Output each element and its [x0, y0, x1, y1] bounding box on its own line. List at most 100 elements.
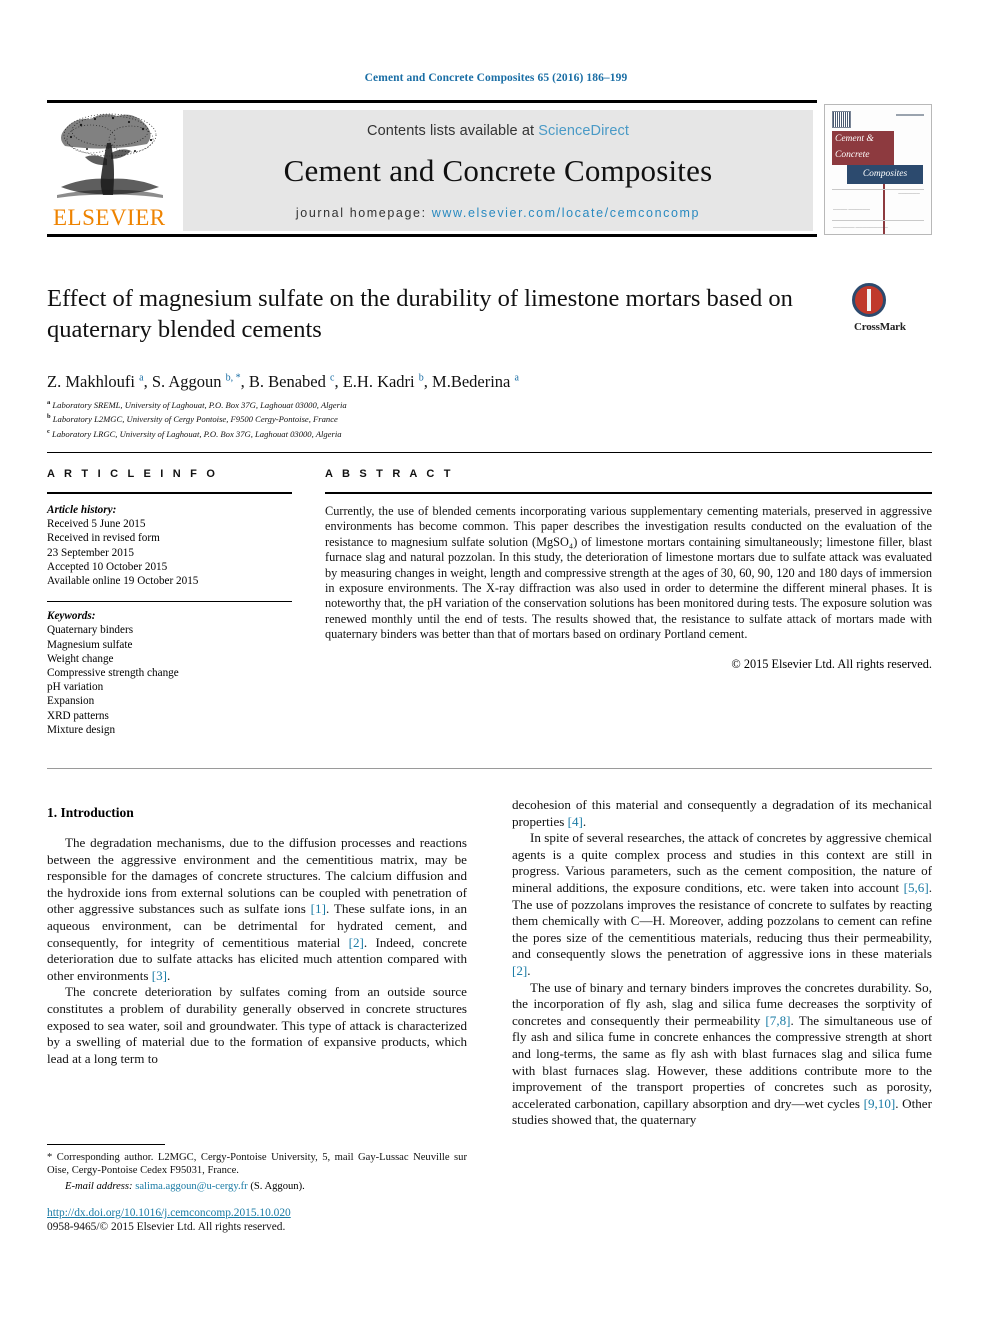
- keyword-item: Weight change: [47, 652, 114, 665]
- article-history-items: Received 5 June 2015 Received in revised …: [47, 517, 292, 588]
- keyword-item: Compressive strength change: [47, 667, 179, 680]
- body-paragraph: The concrete deterioration by sulfates c…: [47, 984, 467, 1066]
- crossmark-icon: [852, 283, 886, 317]
- keyword-item: Expansion: [47, 695, 95, 708]
- footnote-email-line: E-mail address: salima.aggoun@u-cergy.fr…: [47, 1180, 467, 1193]
- article-history-label: Article history:: [47, 504, 117, 516]
- cover-top-rule: [896, 114, 924, 116]
- keywords-rule: [47, 601, 292, 603]
- footnote-rule: [47, 1144, 165, 1145]
- cover-small-text-a: ——————: [898, 191, 920, 195]
- journal-homepage-line: journal homepage: www.elsevier.com/locat…: [183, 206, 813, 220]
- citation-link[interactable]: [3]: [152, 968, 167, 983]
- author-name: B. Benabed: [248, 372, 330, 391]
- abstract-column: A B S T R A C T Currently, the use of bl…: [325, 468, 932, 672]
- author-name: E.H. Kadri: [342, 372, 419, 391]
- article-history-item: Available online 19 October 2015: [47, 575, 199, 588]
- cover-small-text-b: ———— ——————: [833, 207, 870, 211]
- cover-small-text-c: —————— —————————: [833, 225, 888, 229]
- author-separator: ,: [334, 372, 343, 391]
- body-column-right: decohesion of this material and conseque…: [512, 797, 932, 1129]
- doi-link[interactable]: http://dx.doi.org/10.1016/j.cemconcomp.2…: [47, 1207, 547, 1219]
- keyword-item: Magnesium sulfate: [47, 638, 133, 651]
- cover-title-line1: Cement &: [835, 134, 874, 144]
- email-address-label: E-mail address:: [65, 1180, 133, 1192]
- keywords-block: Keywords: Quaternary binders Magnesium su…: [47, 609, 292, 737]
- author-affiliation-marker: a: [514, 372, 519, 384]
- article-page: Cement and Concrete Composites 65 (2016)…: [0, 0, 992, 1323]
- abstract-text: Currently, the use of blended cements in…: [325, 504, 932, 642]
- author-name: Z. Makhloufi: [47, 372, 140, 391]
- contents-available-line: Contents lists available at ScienceDirec…: [183, 110, 813, 139]
- body-paragraph: In spite of several researches, the atta…: [512, 830, 932, 978]
- homepage-url-link[interactable]: www.elsevier.com/locate/cemconcomp: [432, 206, 700, 220]
- citation-link[interactable]: [2]: [349, 935, 364, 950]
- author-list: Z. Makhloufi a, S. Aggoun b, *, B. Benab…: [47, 372, 847, 392]
- article-history-item: 23 September 2015: [47, 546, 134, 559]
- keyword-item: Mixture design: [47, 723, 116, 736]
- keywords-label: Keywords:: [47, 610, 96, 623]
- elsevier-tree-icon: [51, 109, 169, 205]
- masthead-banner: Contents lists available at ScienceDirec…: [183, 110, 813, 231]
- citation-link[interactable]: [4]: [568, 814, 583, 829]
- keywords-items: Quaternary binders Magnesium sulfate Weigh…: [47, 623, 292, 737]
- citation-link[interactable]: [1]: [311, 901, 326, 916]
- cover-title-line2: Concrete: [835, 150, 870, 160]
- body-paragraph: decohesion of this material and conseque…: [512, 797, 932, 829]
- abstract-heading: A B S T R A C T: [325, 468, 454, 480]
- footnote-corresponding-text: * Corresponding author. L2MGC, Cergy-Pon…: [47, 1152, 467, 1177]
- keyword-item: pH variation: [47, 681, 104, 694]
- affiliation-item: a Laboratory SREML, University of Laghou…: [47, 397, 747, 411]
- journal-masthead: ELSEVIER Contents lists available at Sci…: [47, 100, 817, 237]
- journal-cover-thumbnail[interactable]: Cement & Concrete Composites —————— ————…: [824, 104, 932, 235]
- corresponding-email-link[interactable]: salima.aggoun@u-cergy.fr: [135, 1181, 247, 1192]
- crossmark-badge[interactable]: CrossMark: [852, 283, 934, 341]
- footer-copyright: 0958-9465/© 2015 Elsevier Ltd. All right…: [47, 1221, 286, 1233]
- sciencedirect-link[interactable]: ScienceDirect: [538, 123, 629, 139]
- homepage-label: journal homepage:: [295, 206, 427, 220]
- citation-link[interactable]: [9,10]: [864, 1096, 896, 1111]
- cover-divider-2: [832, 220, 924, 221]
- affiliation-item: c Laboratory LRGC, University of Laghoua…: [47, 426, 747, 440]
- affiliation-item: b Laboratory L2MGC, University of Cergy …: [47, 411, 747, 425]
- article-history-item: Received 5 June 2015: [47, 518, 146, 531]
- section-divider-top: [47, 452, 932, 453]
- body-paragraph: The degradation mechanisms, due to the d…: [47, 835, 467, 983]
- elsevier-wordmark: ELSEVIER: [53, 205, 166, 230]
- footer-doi-block: http://dx.doi.org/10.1016/j.cemconcomp.2…: [47, 1207, 547, 1233]
- right-column-paragraphs: decohesion of this material and conseque…: [512, 797, 932, 1129]
- article-info-rule: [47, 492, 292, 494]
- author-separator: ,: [240, 372, 249, 391]
- article-history: Article history: Received 5 June 2015 Rec…: [47, 503, 292, 588]
- author-name: S. Aggoun: [151, 372, 226, 391]
- citation-link[interactable]: [2]: [512, 963, 527, 978]
- article-history-item: Received in revised form: [47, 532, 160, 545]
- cover-title-line3: Composites: [862, 169, 908, 179]
- article-info-column: A R T I C L E I N F O Article history: R…: [47, 468, 292, 737]
- body-column-left: 1. Introduction The degradation mechanis…: [47, 805, 467, 1067]
- article-title: Effect of magnesium sulfate on the durab…: [47, 285, 793, 343]
- cover-title-band-red: Cement & Concrete: [832, 131, 894, 165]
- abstract-rule: [325, 492, 932, 494]
- author-name: M.Bederina: [432, 372, 515, 391]
- keyword-item: XRD patterns: [47, 709, 109, 722]
- citation-link[interactable]: [5,6]: [904, 880, 929, 895]
- citation-link[interactable]: [7,8]: [765, 1013, 790, 1028]
- article-history-item: Accepted 10 October 2015: [47, 560, 168, 573]
- section-heading-introduction: 1. Introduction: [47, 805, 134, 820]
- author-separator: ,: [423, 372, 433, 391]
- author-separator: ,: [143, 372, 152, 391]
- contents-prefix: Contents lists available at: [367, 123, 539, 139]
- affiliation-text: Laboratory SREML, University of Laghouat…: [50, 399, 347, 410]
- affiliation-text: Laboratory LRGC, University of Laghouat,…: [49, 428, 342, 439]
- author-affiliation-marker: b, *: [225, 372, 241, 384]
- running-head: Cement and Concrete Composites 65 (2016)…: [364, 72, 628, 84]
- affiliation-list: a Laboratory SREML, University of Laghou…: [47, 397, 747, 440]
- cover-publisher-icon: [832, 111, 851, 128]
- left-column-paragraphs: The degradation mechanisms, due to the d…: [47, 835, 467, 1067]
- elsevier-logo: ELSEVIER: [51, 109, 169, 231]
- corresponding-author-footnote: * Corresponding author. L2MGC, Cergy-Pon…: [47, 1144, 467, 1193]
- abstract-copyright: © 2015 Elsevier Ltd. All rights reserved…: [731, 656, 932, 671]
- affiliation-text: Laboratory L2MGC, University of Cergy Po…: [50, 414, 338, 425]
- cover-divider-1: [832, 189, 924, 190]
